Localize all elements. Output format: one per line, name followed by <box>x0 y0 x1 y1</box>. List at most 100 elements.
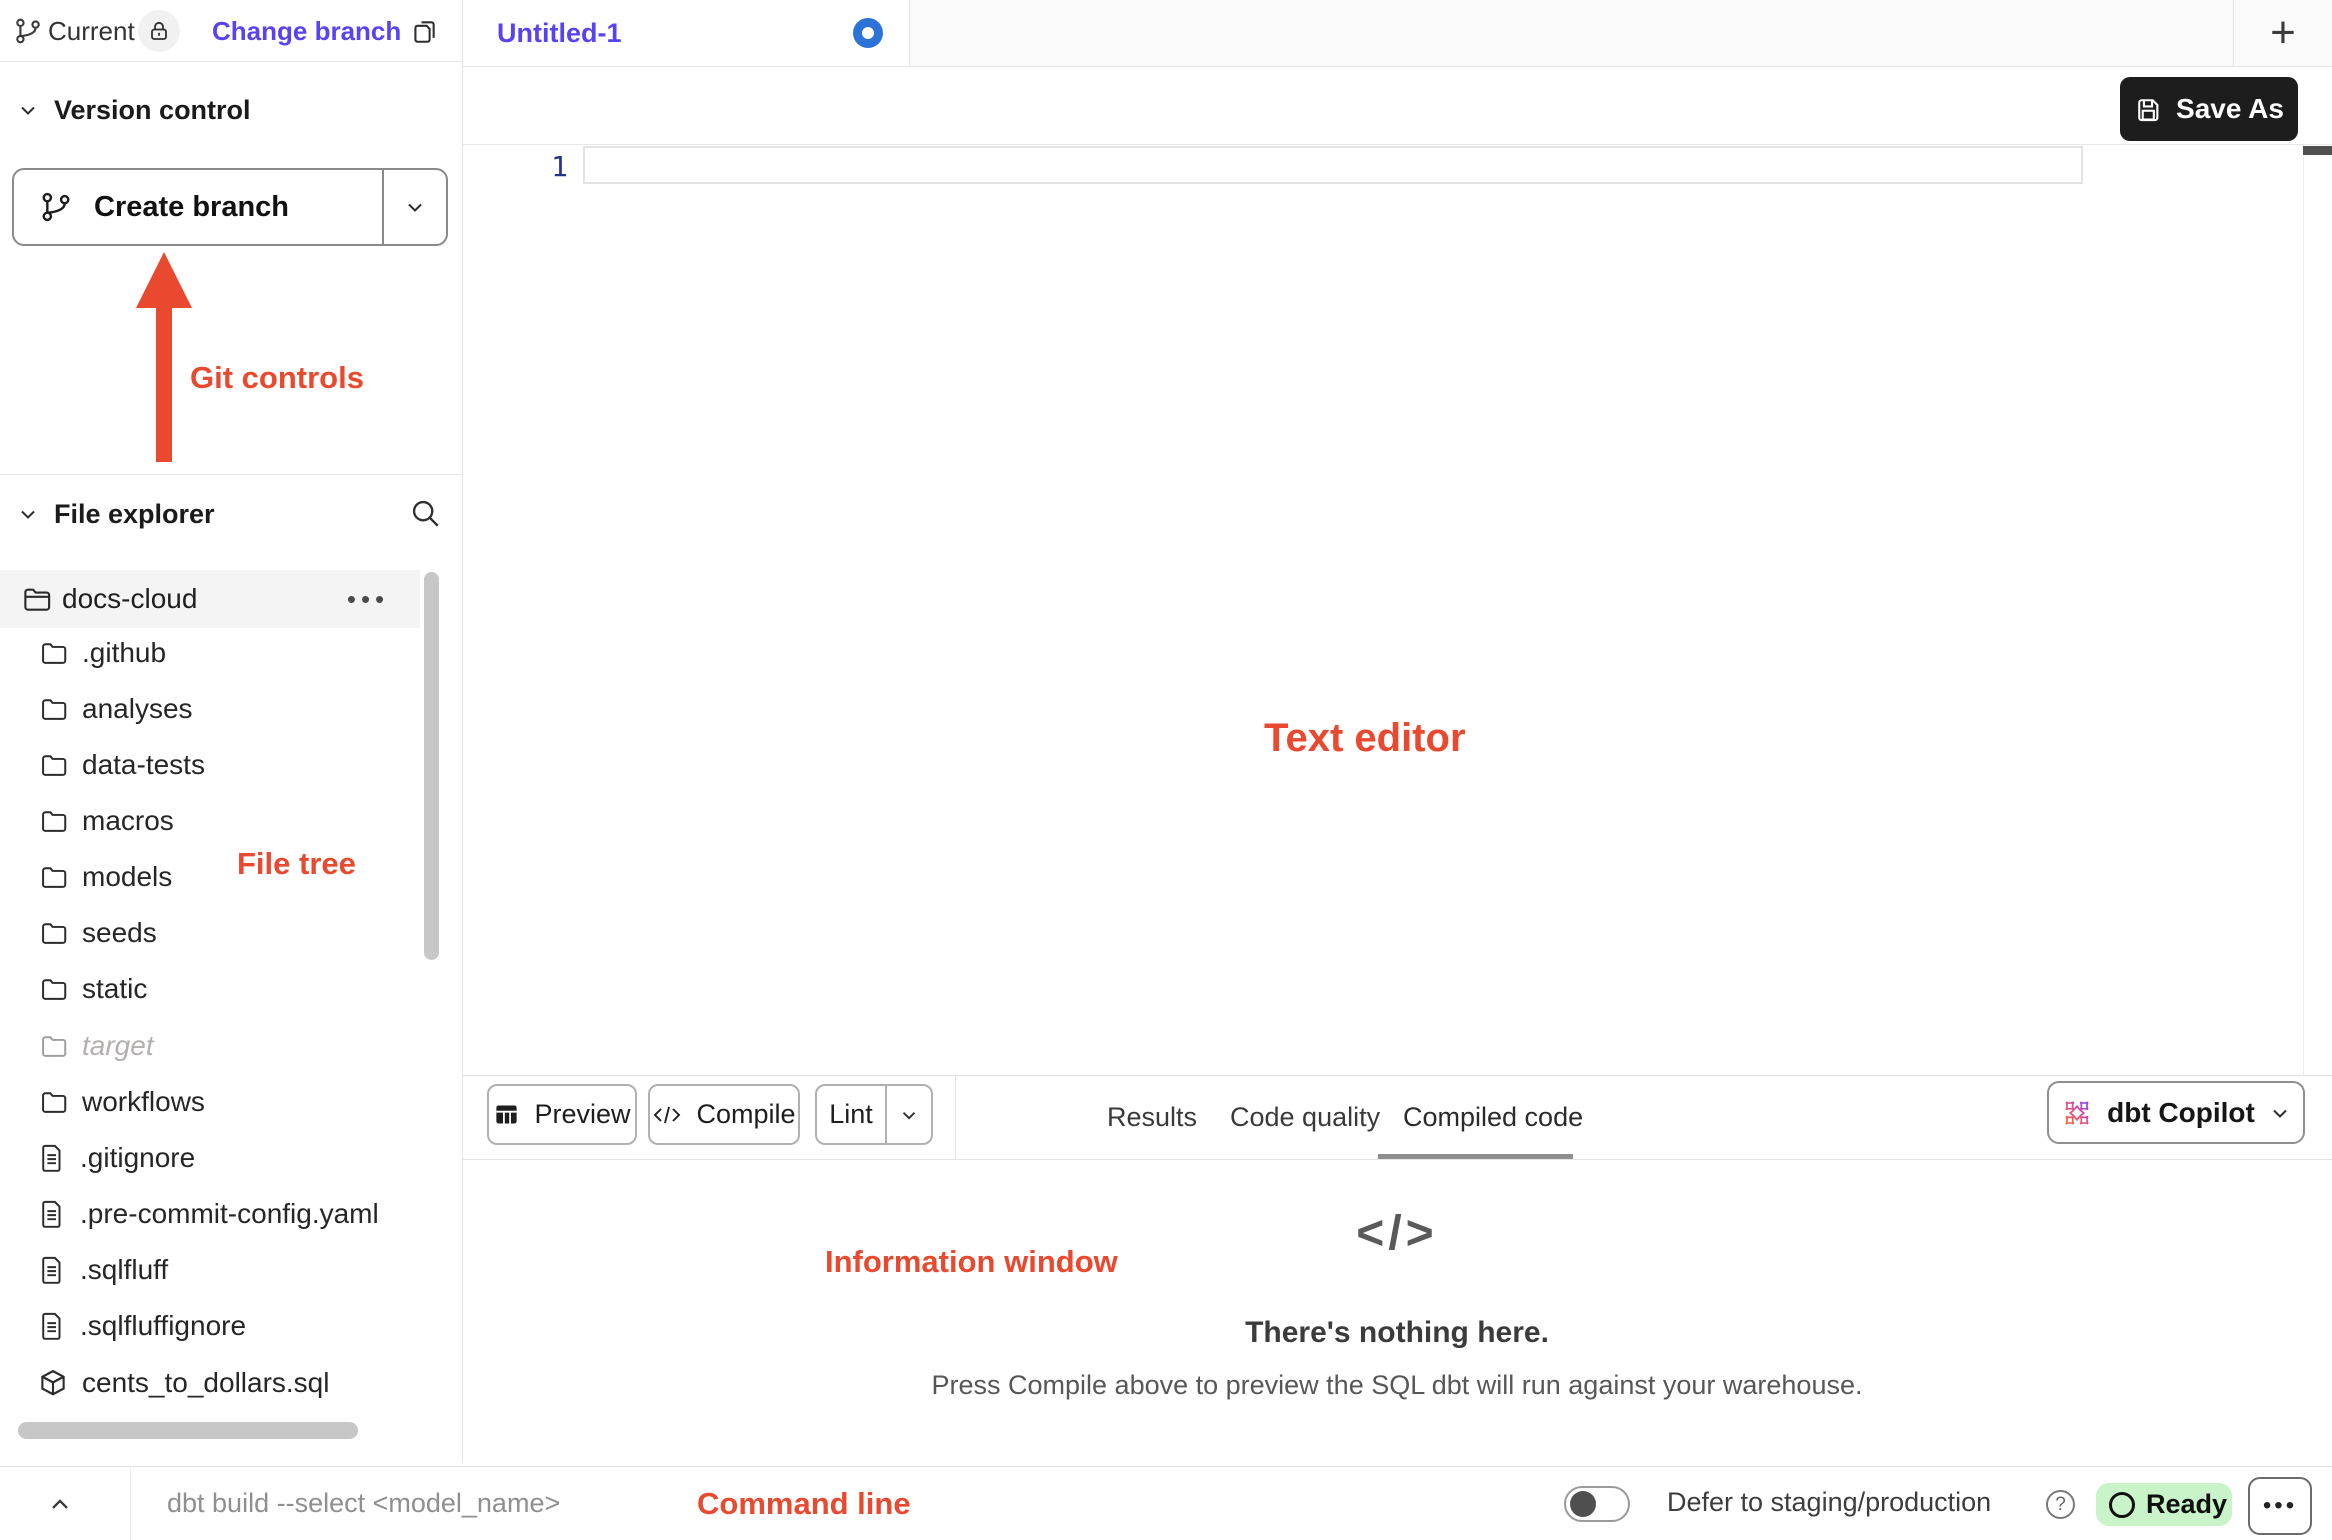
copy-icon[interactable] <box>410 16 440 46</box>
file-tree-scrollbar-horizontal[interactable] <box>18 1422 358 1439</box>
tree-item-seeds[interactable]: seeds <box>0 905 420 961</box>
folder-icon <box>38 639 68 667</box>
dbt-copilot-icon <box>2060 1096 2094 1130</box>
panel-tab-results[interactable]: Results <box>1107 1076 1197 1159</box>
compile-button[interactable]: Compile <box>648 1084 800 1145</box>
unsaved-changes-dot <box>853 18 883 48</box>
tree-item-label: data-tests <box>82 749 205 781</box>
save-as-button[interactable]: Save As <box>2120 77 2298 141</box>
tree-item-sqlfluff[interactable]: .sqlfluff <box>0 1242 420 1298</box>
editor-scrollbar-track[interactable] <box>2303 145 2332 1075</box>
chevron-down-icon <box>898 1104 920 1126</box>
folder-icon <box>38 807 68 835</box>
folder-icon <box>38 975 68 1003</box>
empty-state-title: There's nothing here. <box>1097 1316 1697 1350</box>
folder-icon <box>38 695 68 723</box>
create-branch-main[interactable]: Create branch <box>14 170 382 244</box>
editor-scrollbar-thumb[interactable] <box>2303 146 2332 155</box>
tree-item-label: .gitignore <box>80 1142 195 1174</box>
help-icon[interactable]: ? <box>2046 1490 2075 1519</box>
change-branch-link[interactable]: Change branch <box>212 0 401 62</box>
empty-state-subtitle: Press Compile above to preview the SQL d… <box>747 1370 2047 1401</box>
tree-item-pre-commit-config[interactable]: .pre-commit-config.yaml <box>0 1186 420 1242</box>
command-input[interactable]: dbt build --select <model_name> <box>167 1467 560 1540</box>
tree-item-workflows[interactable]: workflows <box>0 1074 420 1130</box>
annotation-file-tree: File tree <box>237 846 356 882</box>
annotation-text-editor: Text editor <box>1264 716 1466 761</box>
ready-status-badge: Ready <box>2096 1483 2232 1526</box>
line-number: 1 <box>518 150 568 183</box>
panel-divider <box>955 1076 956 1159</box>
active-panel-tab-underline <box>1378 1154 1573 1159</box>
tree-item-label: analyses <box>82 693 193 725</box>
tree-item-data-tests[interactable]: data-tests <box>0 737 420 793</box>
current-branch-label: Current <box>48 0 135 62</box>
tab-untitled-1[interactable]: Untitled-1 <box>463 0 910 66</box>
toggle-knob <box>1570 1491 1596 1517</box>
status-circle-icon <box>2109 1492 2135 1518</box>
folder-icon <box>38 919 68 947</box>
folder-icon <box>38 751 68 779</box>
chevron-up-icon[interactable] <box>38 1487 82 1523</box>
tree-item-label: .github <box>82 637 166 669</box>
more-options-button[interactable]: ••• <box>2248 1477 2312 1535</box>
lint-dropdown[interactable] <box>885 1086 931 1143</box>
tree-item-static[interactable]: static <box>0 961 420 1017</box>
search-icon[interactable] <box>408 496 442 530</box>
kebab-menu-icon[interactable]: ••• <box>340 584 396 614</box>
model-cube-icon <box>38 1368 68 1398</box>
lint-split-button[interactable]: Lint <box>815 1084 933 1145</box>
tree-item-label: macros <box>82 805 174 837</box>
dbt-copilot-button[interactable]: dbt Copilot <box>2047 1081 2305 1144</box>
tree-item-label: static <box>82 973 147 1005</box>
tree-item-analyses[interactable]: analyses <box>0 681 420 737</box>
version-control-title: Version control <box>54 95 251 126</box>
command-bar-divider <box>130 1467 131 1540</box>
defer-label: Defer to staging/production <box>1667 1466 1991 1539</box>
tree-item-label: models <box>82 861 172 893</box>
tree-item-github[interactable]: .github <box>0 625 420 681</box>
panel-tab-code-quality[interactable]: Code quality <box>1230 1076 1380 1159</box>
branch-locked-chip <box>138 10 180 52</box>
tab-label: Untitled-1 <box>497 18 622 49</box>
annotation-arrow-shaft <box>156 300 172 462</box>
lint-label[interactable]: Lint <box>817 1099 885 1130</box>
chevron-down-icon <box>16 502 40 526</box>
tree-item-sqlfluffignore[interactable]: .sqlfluffignore <box>0 1298 420 1354</box>
tree-item-gitignore[interactable]: .gitignore <box>0 1130 420 1186</box>
create-branch-button[interactable]: Create branch <box>12 168 448 246</box>
preview-label: Preview <box>534 1099 630 1130</box>
open-folder-icon <box>20 584 52 614</box>
file-tree-scrollbar-vertical[interactable] <box>424 572 439 960</box>
table-icon <box>493 1101 520 1128</box>
tree-item-label: .sqlfluff <box>80 1254 168 1286</box>
file-icon <box>38 1199 66 1229</box>
compile-label: Compile <box>696 1099 795 1130</box>
chevron-down-icon <box>16 98 40 122</box>
file-icon <box>38 1311 66 1341</box>
defer-toggle[interactable] <box>1564 1486 1630 1522</box>
folder-icon <box>38 863 68 891</box>
tree-item-label: seeds <box>82 917 157 949</box>
ready-label: Ready <box>2146 1489 2227 1520</box>
lock-icon <box>148 20 170 42</box>
file-icon <box>38 1255 66 1285</box>
preview-button[interactable]: Preview <box>487 1084 637 1145</box>
tree-item-target[interactable]: target <box>0 1018 420 1074</box>
version-control-header[interactable]: Version control <box>16 90 251 130</box>
tree-item-label: target <box>82 1030 154 1062</box>
new-tab-button[interactable]: + <box>2233 0 2332 66</box>
sidebar: Current Change branch Version control <box>0 0 463 1462</box>
git-branch-icon <box>14 17 42 45</box>
text-editor[interactable]: 1 Text editor <box>463 145 2332 1075</box>
tree-item-models[interactable]: models <box>0 849 420 905</box>
tree-item-label: cents_to_dollars.sql <box>82 1367 329 1399</box>
tree-item-cents-to-dollars[interactable]: cents_to_dollars.sql <box>0 1355 420 1411</box>
folder-icon <box>38 1088 68 1116</box>
create-branch-dropdown[interactable] <box>382 170 446 244</box>
file-explorer-header[interactable]: File explorer <box>16 492 215 536</box>
tree-item-macros[interactable]: macros <box>0 793 420 849</box>
chevron-down-icon <box>2268 1101 2292 1125</box>
panel-action-row: Preview Compile Lint Results Code qualit… <box>463 1075 2332 1160</box>
panel-tab-compiled-code[interactable]: Compiled code <box>1403 1076 1583 1159</box>
